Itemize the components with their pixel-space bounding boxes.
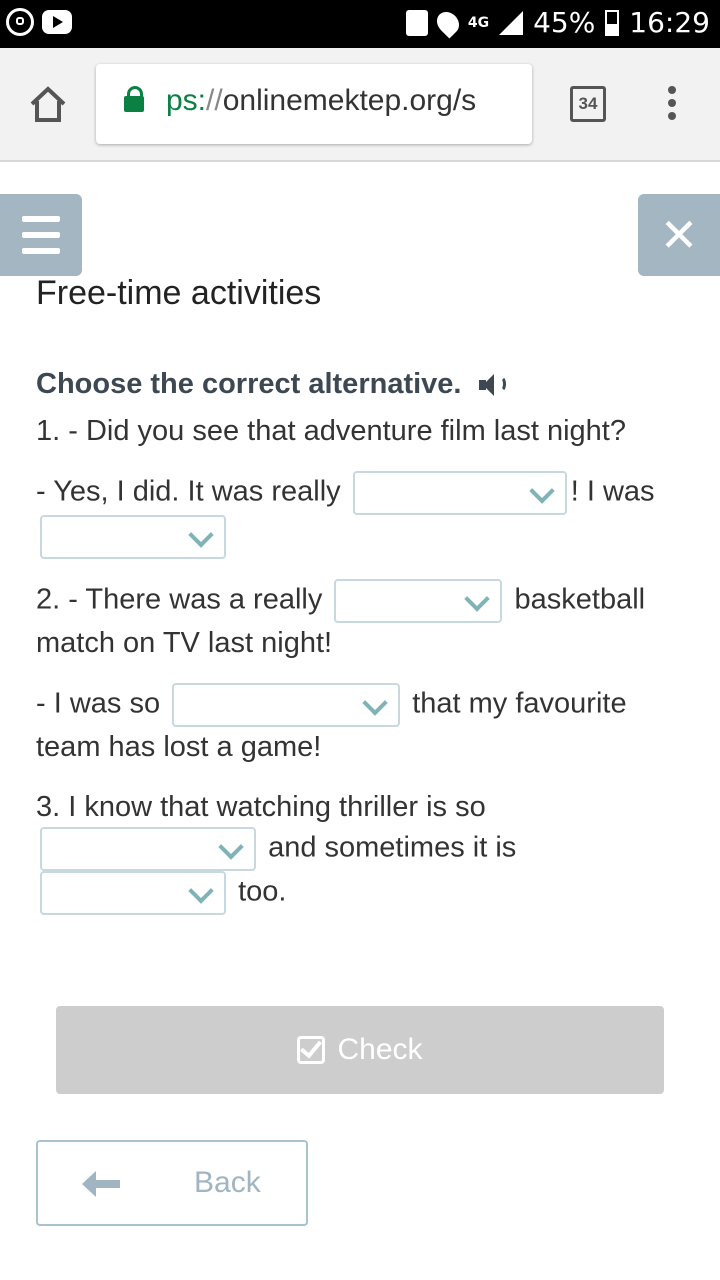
whatsapp-icon	[6, 8, 34, 36]
network-label: 4G	[467, 14, 490, 31]
close-button[interactable]: ✕	[638, 194, 720, 276]
check-label: Check	[337, 1033, 423, 1066]
question-1-line-2: - Yes, I did. It was really ! I was	[36, 471, 696, 559]
dropdown-3a[interactable]	[40, 827, 256, 871]
clock: 16:29	[629, 6, 710, 39]
dropdown-2b[interactable]	[172, 683, 401, 727]
arrow-left-icon	[82, 1171, 120, 1197]
back-button[interactable]: Back	[36, 1140, 308, 1226]
location-icon	[432, 6, 464, 39]
speaker-icon[interactable]	[479, 373, 507, 397]
address-bar[interactable]: ps://onlinemektep.org/s	[96, 64, 532, 144]
status-bar: 4G 45% 16:29	[0, 0, 720, 48]
question-2-line-2: - I was so that my favourite team has lo…	[36, 683, 696, 767]
signal-icon	[499, 10, 524, 35]
more-options-icon[interactable]	[668, 86, 678, 125]
lock-icon	[124, 86, 144, 112]
instruction-text: Choose the correct alternative.	[36, 368, 462, 400]
battery-percent: 45%	[533, 6, 596, 39]
dropdown-1b[interactable]	[40, 515, 226, 559]
question-2-line-1: 2. - There was a really basketball match…	[36, 579, 696, 663]
page-title: Free-time activities	[36, 274, 322, 312]
tab-switcher-button[interactable]: 34	[570, 86, 606, 122]
menu-button[interactable]	[0, 194, 82, 276]
question-3: 3. I know that watching thriller is so a…	[36, 787, 696, 915]
back-label: Back	[194, 1166, 261, 1199]
youtube-icon	[42, 10, 72, 34]
home-icon[interactable]	[28, 84, 68, 124]
dropdown-2a[interactable]	[334, 579, 503, 623]
url-text: ps://onlinemektep.org/s	[166, 84, 477, 117]
checkbox-icon	[297, 1036, 326, 1064]
instruction-row: Choose the correct alternative.	[36, 368, 696, 401]
sim-icon	[405, 9, 428, 36]
check-button[interactable]: Check	[56, 1006, 664, 1094]
dropdown-3b[interactable]	[40, 871, 226, 915]
question-1-line-1: 1. - Did you see that adventure film las…	[36, 415, 626, 447]
battery-icon	[605, 9, 620, 36]
dropdown-1a[interactable]	[352, 471, 567, 515]
exercise-content: Choose the correct alternative. 1. - Did…	[36, 368, 696, 935]
browser-toolbar: ps://onlinemektep.org/s 34	[0, 48, 720, 162]
